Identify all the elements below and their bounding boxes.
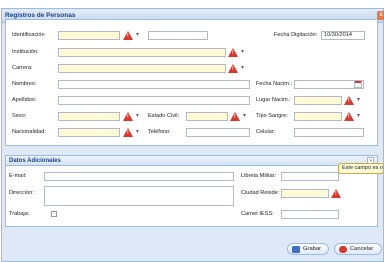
warning-icon [344, 96, 354, 105]
libreta-militar-label: Libreta Militar: [241, 173, 277, 179]
warning-icon [344, 112, 354, 121]
celular-input[interactable] [294, 128, 364, 137]
direccion-label: Dirección: [9, 190, 34, 196]
warning-icon [331, 189, 341, 198]
nacionalidad-select[interactable] [58, 128, 120, 137]
trabaja-checkbox[interactable] [51, 211, 57, 217]
estado-civil-select[interactable] [186, 112, 228, 121]
identificacion-type-select[interactable] [58, 31, 120, 40]
grabar-label: Grabar [303, 246, 322, 252]
email-label: E-mail: [9, 173, 27, 179]
warning-icon [123, 128, 133, 137]
cancelar-button[interactable]: Cancelar [334, 243, 382, 255]
apellidos-input[interactable] [58, 96, 250, 105]
nombres-label: Nombres: [12, 81, 37, 87]
institucion-select[interactable] [58, 48, 226, 57]
datos-adicionales-panel: Datos Adicionales » E-mail: Libreta Mili… [5, 155, 378, 227]
identificacion-input[interactable] [148, 31, 208, 40]
nombres-input[interactable] [58, 80, 250, 89]
chevron-down-icon[interactable]: ▾ [134, 32, 141, 39]
telefono-label: Teléfono: [148, 129, 171, 135]
main-form-panel: Identificación ▾ Fecha Digitación: 10/30… [5, 19, 378, 146]
apellidos-label: Apellidos: [12, 97, 37, 103]
ciudad-reside-label: Ciudad Reside: [241, 190, 280, 196]
datos-adicionales-title: Datos Adicionales [9, 158, 61, 164]
lugar-nacim-label: Lugar Nacim.: [256, 97, 291, 103]
validation-tooltip: Este campo es obligatorio [338, 163, 384, 174]
institucion-label: Institución: [12, 49, 39, 55]
warning-icon [123, 112, 133, 121]
warning-icon [228, 64, 238, 73]
sexo-select[interactable] [58, 112, 120, 121]
carnet-iess-input[interactable] [281, 210, 339, 219]
fecha-digitacion-field[interactable]: 10/30/2014 [321, 31, 365, 40]
email-input[interactable] [44, 172, 234, 181]
trabaja-label: Trabaja: [9, 211, 30, 217]
grabar-button[interactable]: Grabar [287, 243, 329, 255]
save-icon [292, 245, 300, 253]
nacionalidad-label: Nacionalidad: [12, 129, 46, 135]
lugar-nacim-select[interactable] [294, 96, 342, 105]
chevron-down-icon[interactable]: ▾ [241, 113, 248, 120]
cancel-icon [339, 245, 347, 253]
warning-icon [230, 112, 240, 121]
cancelar-label: Cancelar [350, 246, 374, 252]
celular-label: Celular: [256, 129, 276, 135]
ciudad-reside-select[interactable] [281, 189, 329, 198]
sexo-label: Sexo: [12, 113, 27, 119]
warning-icon [228, 48, 238, 57]
carrera-select[interactable] [58, 64, 226, 73]
warning-icon [123, 31, 133, 40]
estado-civil-label: Estado Civil: [148, 113, 180, 119]
window-title: Registros de Personas [5, 12, 76, 19]
chevron-down-icon[interactable]: ▾ [239, 65, 246, 72]
close-icon[interactable]: x [377, 11, 384, 20]
chevron-down-icon[interactable]: ▾ [134, 129, 141, 136]
tipo-sangre-label: Tipo Sangre: [256, 113, 288, 119]
chevron-down-icon[interactable]: ▾ [355, 97, 362, 104]
identificacion-label: Identificación [12, 32, 45, 38]
chevron-down-icon[interactable]: ▾ [239, 49, 246, 56]
tipo-sangre-select[interactable] [294, 112, 342, 121]
calendar-icon[interactable] [354, 80, 362, 88]
libreta-militar-input[interactable] [281, 172, 339, 181]
chevron-down-icon[interactable]: ▾ [134, 113, 141, 120]
fecha-digitacion-label: Fecha Digitación: [274, 32, 318, 38]
fecha-nacim-label: Fecha Nacim.: [256, 81, 293, 87]
carrera-label: Carrera: [12, 65, 33, 71]
chevron-down-icon[interactable]: ▾ [355, 113, 362, 120]
carnet-iess-label: Carnet IESS: [241, 211, 274, 217]
telefono-input[interactable] [186, 128, 250, 137]
direccion-textarea[interactable] [44, 186, 234, 206]
datos-adicionales-header: Datos Adicionales » [6, 156, 377, 166]
